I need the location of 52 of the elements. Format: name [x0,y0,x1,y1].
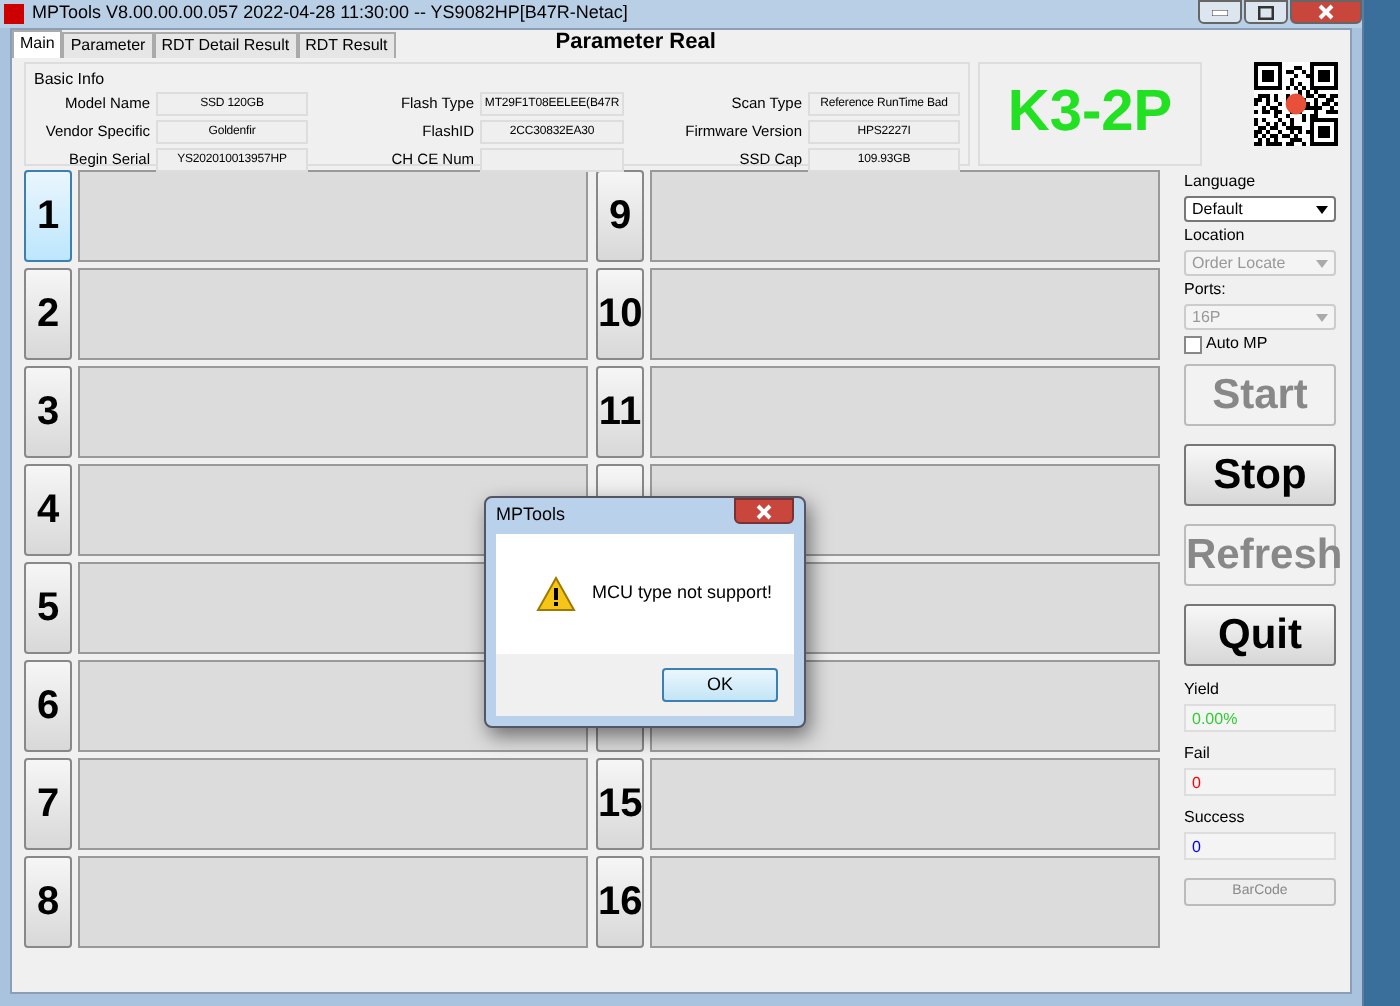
port-button[interactable]: 1 [24,170,72,262]
tab[interactable]: Parameter [62,32,154,58]
dropdown-caret-icon [1316,205,1328,213]
tab[interactable]: RDT Result [297,32,396,58]
warning-icon [536,576,576,612]
stat-value: 0 [1184,768,1336,796]
header-title: Parameter Real [555,27,716,57]
select-label: Ports: [1184,278,1228,302]
close-button[interactable] [1290,0,1362,24]
minimize-icon [1212,9,1228,15]
window-title: MPTools V8.00.00.00.057 2022-04-28 11:30:00 -- YS9082HP[B47R-Netac] [32,0,628,27]
model-label: K3-2P [978,62,1202,166]
stat-label: Success [1184,806,1247,830]
tab[interactable]: Main [12,30,63,58]
port-button[interactable]: 6 [24,660,72,752]
port-button[interactable]: 11 [596,366,644,458]
dialog-message: MCU type not support! [592,580,773,607]
app-icon [4,4,24,24]
dropdown-caret-icon [1316,259,1328,267]
maximize-button[interactable] [1244,0,1288,24]
stat-label: Fail [1184,742,1212,766]
port-button[interactable]: 3 [24,366,72,458]
close-icon [1318,4,1334,20]
ok-button[interactable]: OK [662,668,778,702]
minimize-button[interactable] [1198,0,1242,24]
select-label: Language [1184,170,1258,194]
close-icon [756,503,772,519]
port-button[interactable]: 15 [596,758,644,850]
qr-code-icon [1254,62,1338,146]
port-button[interactable]: 4 [24,464,72,556]
port-button[interactable]: 9 [596,170,644,262]
action-button[interactable]: Quit [1184,604,1336,666]
stat-value: 0.00% [1184,704,1336,732]
port-button[interactable]: 2 [24,268,72,360]
port-button[interactable]: 5 [24,562,72,654]
checkbox-label: Auto MP [1206,332,1268,356]
port-button[interactable]: 7 [24,758,72,850]
maximize-icon [1258,5,1274,19]
tab[interactable]: RDT Detail Result [153,32,298,58]
port-button[interactable]: 10 [596,268,644,360]
checkbox[interactable] [1184,335,1202,353]
close-button[interactable] [734,498,794,524]
port-button[interactable]: 8 [24,856,72,948]
stat-value: 0 [1184,832,1336,860]
dialog-title: MPTools [496,502,566,529]
stat-label: Yield [1184,678,1221,702]
group-title: Basic Info [34,68,107,92]
dropdown-caret-icon [1316,313,1328,321]
action-button[interactable]: Stop [1184,444,1336,506]
dropdown[interactable]: Default [1184,196,1336,222]
port-button[interactable]: 16 [596,856,644,948]
select-label: Location [1184,224,1247,248]
